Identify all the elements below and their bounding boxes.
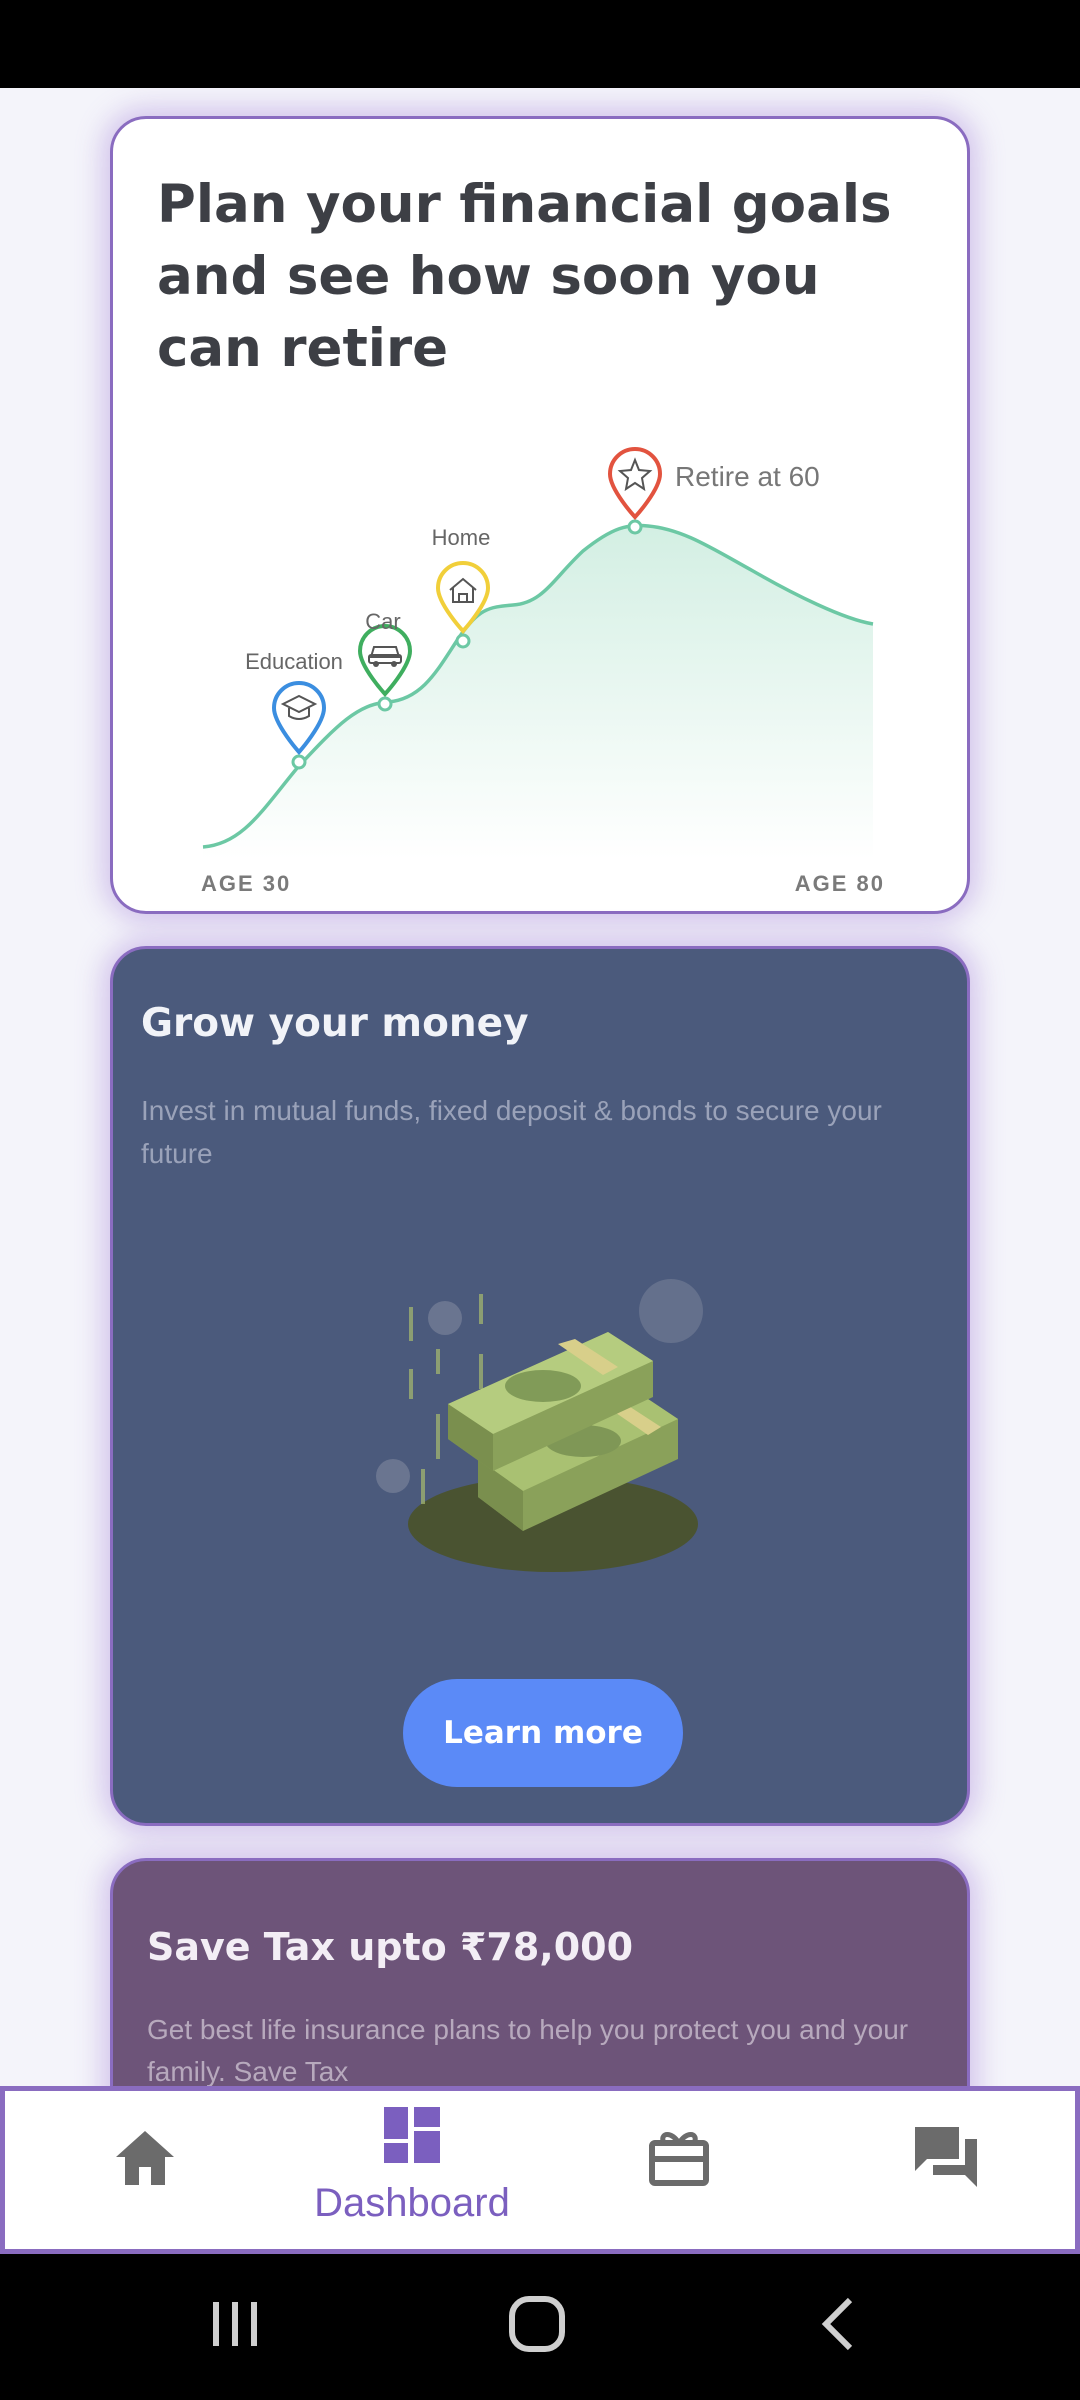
nav-rewards[interactable] (544, 2091, 814, 2249)
tax-card-description: Get best life insurance plans to help yo… (147, 2014, 909, 2086)
dashboard-icon (384, 2107, 440, 2163)
car-label: Car (365, 609, 400, 634)
age-start-label: AGE 30 (201, 871, 291, 896)
retire-label: Retire at 60 (675, 461, 820, 492)
car-milestone[interactable]: Car (357, 609, 413, 712)
chat-icon (915, 2127, 977, 2187)
scroll-content[interactable]: Plan your financial goals and see how so… (0, 88, 1080, 2086)
age-end-label: AGE 80 (795, 871, 885, 896)
nav-dashboard[interactable]: Dashboard (277, 2091, 547, 2249)
back-icon[interactable] (810, 2294, 870, 2354)
save-tax-card[interactable]: Save Tax upto ₹78,000 Get best life insu… (110, 1858, 970, 2086)
recent-apps-icon[interactable] (205, 2294, 265, 2354)
retire-milestone[interactable]: Retire at 60 (607, 447, 820, 535)
education-label: Education (245, 649, 343, 674)
tax-card-title: Save Tax upto ₹78,000 (147, 1925, 634, 1969)
nav-home[interactable] (10, 2091, 280, 2249)
system-navigation-bar (0, 2254, 1080, 2400)
nav-chat[interactable] (811, 2091, 1080, 2249)
home-circle-icon[interactable] (507, 2294, 567, 2354)
home-icon (116, 2131, 174, 2185)
financial-goals-card[interactable]: Plan your financial goals and see how so… (110, 116, 970, 914)
goals-chart: Education Car Home Retire at 60 AGE 30 A… (201, 447, 885, 896)
status-bar (0, 0, 1080, 88)
home-label: Home (432, 525, 491, 550)
bottom-navigation: Dashboard (0, 2086, 1080, 2254)
nav-dashboard-label: Dashboard (314, 2181, 510, 2225)
grow-money-card[interactable]: Grow your money Invest in mutual funds, … (110, 946, 970, 1826)
learn-more-button[interactable]: Learn more (403, 1679, 683, 1787)
gift-icon (649, 2132, 709, 2186)
